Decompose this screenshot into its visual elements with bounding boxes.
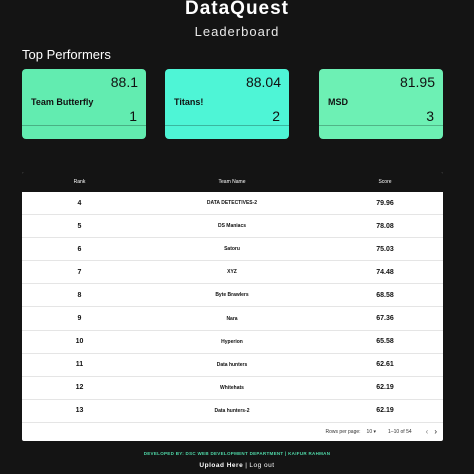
row-score: 75.03 <box>376 245 394 253</box>
performer-team: Titans! <box>174 97 204 107</box>
row-rank: 9 <box>77 315 82 323</box>
page-title: DataQuest <box>184 0 290 19</box>
top-performers-heading: Top Performers <box>22 47 111 62</box>
table-row: 9 Nara 67.36 <box>22 307 443 331</box>
leaderboard-table: Rank Team Name Score 4 DATA DETECTIVES-2 7… <box>22 172 443 441</box>
logout-link[interactable]: Log out <box>249 462 274 469</box>
table-row: 6 Satoru 75.03 <box>22 238 443 262</box>
chevron-right-icon[interactable]: › <box>434 427 437 436</box>
footer-credit: DEVELOPED BY: DSC WEB DEVELOPMENT DEPART… <box>143 451 331 456</box>
performer-rank: 1 <box>129 108 137 124</box>
row-score: 78.08 <box>376 222 394 230</box>
row-team: DS Maniacs <box>217 223 247 230</box>
performer-rank: 3 <box>426 108 434 124</box>
row-team: XYZ <box>227 269 237 276</box>
table-pagination: Rows per page: 10 ▾ 1–10 of 54 ‹ › <box>22 423 443 441</box>
performer-card-3: 81.95 MSD 3 <box>319 69 443 139</box>
row-rank: 7 <box>77 268 82 276</box>
row-score: 67.36 <box>376 315 394 323</box>
rows-per-page-select[interactable]: 10 ▾ <box>367 429 376 435</box>
performer-team: Team Butterfly <box>31 97 94 107</box>
row-team: Whitehats <box>220 384 244 391</box>
row-rank: 8 <box>77 291 82 299</box>
table-header: Rank Team Name Score <box>22 172 443 192</box>
page-range: 1–10 of 54 <box>388 428 412 435</box>
row-score: 79.96 <box>376 199 394 207</box>
row-score: 65.58 <box>376 338 394 346</box>
row-rank: 6 <box>77 245 82 253</box>
performer-card-1: 88.1 Team Butterfly 1 <box>22 69 146 139</box>
table-row: 8 Byte Brawlers 68.58 <box>22 284 443 308</box>
table-row: 4 DATA DETECTIVES-2 79.96 <box>22 192 443 216</box>
row-team: Nara <box>226 315 238 322</box>
row-team: Data hunters <box>216 361 248 368</box>
rows-per-page-label: Rows per page: <box>325 428 361 435</box>
footer-separator: | <box>245 462 248 469</box>
performer-rank: 2 <box>272 108 280 124</box>
table-body: 4 DATA DETECTIVES-2 79.96 5 DS Maniacs 78.08 6… <box>22 192 443 423</box>
row-score: 62.19 <box>376 384 394 392</box>
table-row: 7 XYZ 74.48 <box>22 261 443 285</box>
performer-score: 88.1 <box>110 74 138 90</box>
card-divider <box>319 125 443 126</box>
performer-score: 81.95 <box>399 74 435 90</box>
card-divider <box>165 125 289 126</box>
performer-card-2: 88.04 Titans! 2 <box>165 69 289 139</box>
row-team: DATA DETECTIVES-2 <box>206 200 258 207</box>
row-rank: 10 <box>75 338 84 346</box>
table-row: 13 Data hunters-2 62.19 <box>22 400 443 423</box>
table-row: 10 Hyperion 65.58 <box>22 331 443 354</box>
chevron-left-icon[interactable]: ‹ <box>426 427 429 436</box>
column-header-team[interactable]: Team Name <box>137 179 327 185</box>
row-team: Data hunters-2 <box>214 407 250 414</box>
upload-link[interactable]: Upload Here <box>199 462 243 469</box>
row-team: Satoru <box>224 246 240 253</box>
row-team: Byte Brawlers <box>215 292 249 299</box>
table-row: 12 Whitehats 62.19 <box>22 377 443 400</box>
chevron-down-icon: ▾ <box>373 428 377 435</box>
row-rank: 4 <box>77 199 82 207</box>
row-score: 74.48 <box>376 268 394 276</box>
row-rank: 5 <box>77 222 82 230</box>
column-header-rank[interactable]: Rank <box>22 179 137 185</box>
row-score: 68.58 <box>376 291 394 299</box>
top-performers-cards: 88.1 Team Butterfly 1 88.04 Titans! 2 81… <box>22 69 443 139</box>
row-rank: 12 <box>75 384 84 392</box>
footer-links: Upload Here | Log out <box>0 462 474 469</box>
table-row: 5 DS Maniacs 78.08 <box>22 215 443 239</box>
performer-score: 88.04 <box>245 74 281 90</box>
column-header-score[interactable]: Score <box>327 179 443 185</box>
row-team: Hyperion <box>221 338 243 345</box>
table-row: 11 Data hunters 62.61 <box>22 354 443 377</box>
row-score: 62.19 <box>376 407 394 415</box>
row-score: 62.61 <box>376 361 394 369</box>
row-rank: 13 <box>75 407 84 415</box>
card-divider <box>22 125 146 126</box>
row-rank: 11 <box>75 361 84 369</box>
performer-team: MSD <box>328 97 348 107</box>
page-subtitle: Leaderboard <box>194 24 280 39</box>
